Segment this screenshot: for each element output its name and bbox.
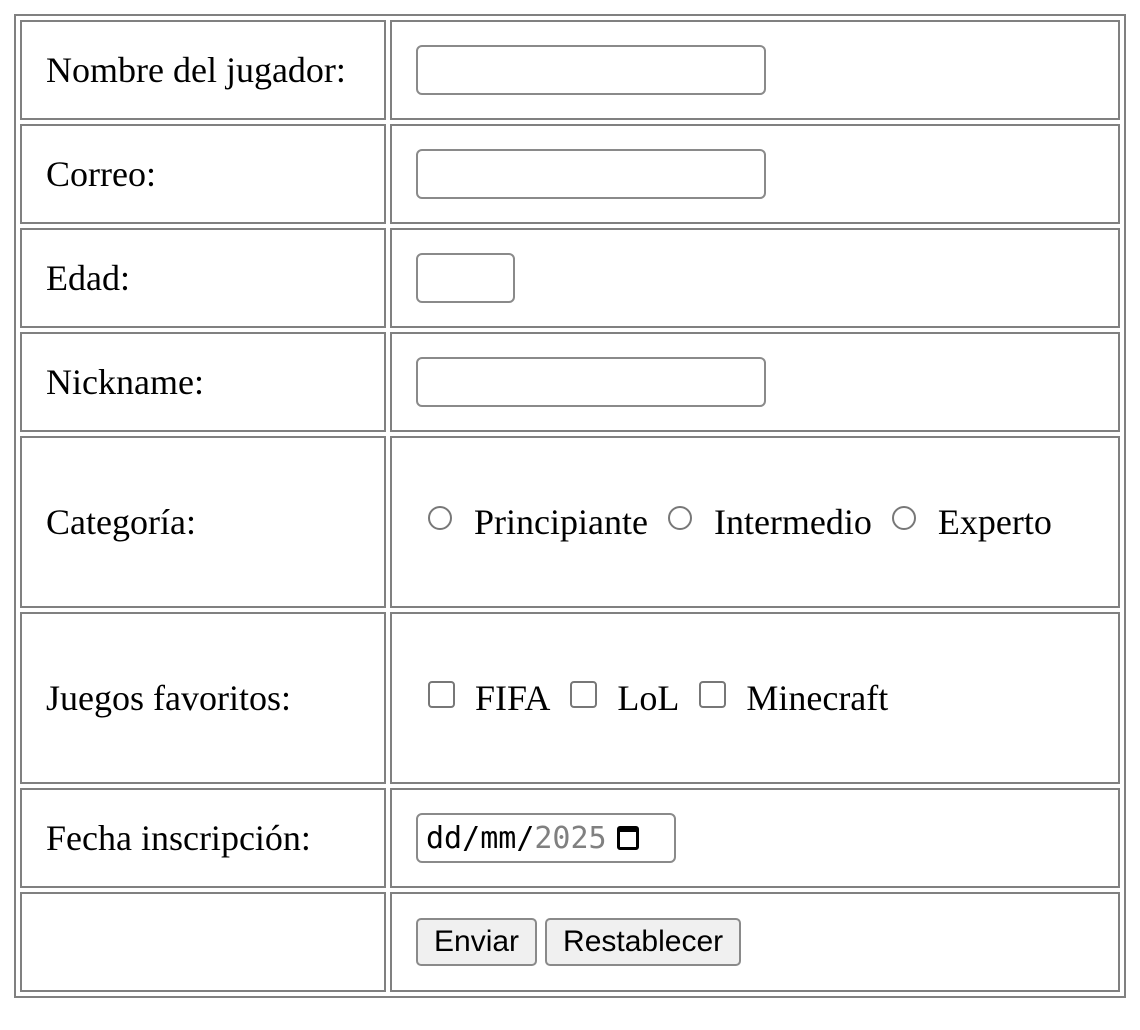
form-row-buttons: Enviar Restablecer [20,892,1120,992]
player-registration-form: Nombre del jugador: Correo: Edad: Nickna… [14,14,1126,998]
radio-label-experto: Experto [937,502,1052,542]
categoria-option-intermedio[interactable]: Intermedio [667,501,872,543]
form-row-juegos: Juegos favoritos: FIFA LoL Minecraft [20,612,1120,784]
date-separator-1: / [462,820,481,856]
date-separator-2: / [516,820,535,856]
edad-label: Edad: [20,228,386,328]
radio-button-experto[interactable] [891,506,916,530]
categoria-option-principiante[interactable]: Principiante [428,501,648,543]
date-year-value[interactable]: 2025 [534,821,606,856]
nombre-label: Nombre del jugador: [20,20,386,120]
nickname-input[interactable] [416,357,766,407]
radio-label-intermedio: Intermedio [713,502,872,542]
calendar-icon[interactable] [616,826,639,850]
correo-cell [390,124,1120,224]
checkbox-label-fifa: FIFA [475,678,551,718]
correo-label: Correo: [20,124,386,224]
juegos-option-lol[interactable]: LoL [570,677,679,719]
juegos-cell: FIFA LoL Minecraft [390,612,1120,784]
checkbox-minecraft[interactable] [699,680,727,708]
categoria-cell: Principiante Intermedio Experto [390,436,1120,608]
edad-input[interactable] [416,253,515,303]
checkbox-label-minecraft: Minecraft [746,678,889,718]
categoria-radio-group: Principiante Intermedio Experto [416,501,1118,543]
form-row-correo: Correo: [20,124,1120,224]
button-group: Enviar Restablecer [416,918,1118,966]
form-row-nickname: Nickname: [20,332,1120,432]
nickname-cell [390,332,1120,432]
fecha-date-input[interactable]: dd / mm / 2025 [416,813,676,863]
nombre-input[interactable] [416,45,766,95]
form-row-edad: Edad: [20,228,1120,328]
checkbox-lol[interactable] [570,680,598,708]
correo-input[interactable] [416,149,766,199]
fecha-cell: dd / mm / 2025 [390,788,1120,888]
edad-cell [390,228,1120,328]
radio-button-principiante[interactable] [428,506,452,530]
fecha-label: Fecha inscripción: [20,788,386,888]
form-row-nombre: Nombre del jugador: [20,20,1120,120]
juegos-option-fifa[interactable]: FIFA [428,677,550,719]
checkbox-fifa[interactable] [428,680,455,708]
categoria-label: Categoría: [20,436,386,608]
nombre-cell [390,20,1120,120]
radio-button-intermedio[interactable] [667,506,692,530]
form-row-fecha: Fecha inscripción: dd / mm / 2025 [20,788,1120,888]
form-row-categoria: Categoría: Principiante Intermedio Exper… [20,436,1120,608]
date-month-placeholder[interactable]: mm [480,821,516,856]
categoria-option-experto[interactable]: Experto [891,501,1052,543]
juegos-checkbox-group: FIFA LoL Minecraft [416,677,1118,719]
reset-button[interactable]: Restablecer [545,918,742,966]
juegos-label: Juegos favoritos: [20,612,386,784]
submit-button[interactable]: Enviar [416,918,538,966]
radio-label-principiante: Principiante [474,502,648,542]
buttons-empty-cell [20,892,386,992]
buttons-cell: Enviar Restablecer [390,892,1120,992]
checkbox-label-lol: LoL [617,678,680,718]
juegos-option-minecraft[interactable]: Minecraft [699,677,888,719]
date-day-placeholder[interactable]: dd [426,821,462,856]
nickname-label: Nickname: [20,332,386,432]
